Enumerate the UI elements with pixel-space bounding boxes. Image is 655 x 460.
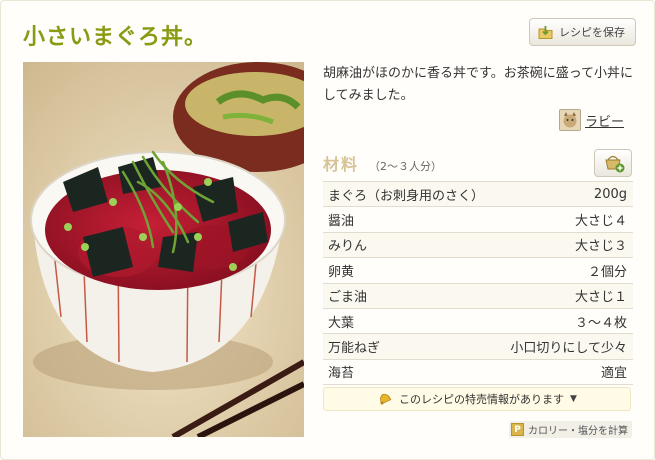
- ingredient-quantity: 大さじ４: [574, 214, 627, 230]
- ingredient-quantity: 適宜: [600, 366, 627, 382]
- basket-add-icon: [595, 155, 631, 180]
- ingredients-list: まぐろ（お刺身用のさく） 200g 醤油 大さじ４ みりん 大さじ３ 卵黄 ２個…: [323, 181, 633, 386]
- ingredient-name: まぐろ（お刺身用のさく）: [328, 188, 485, 204]
- recipe-card: 小さいまぐろ丼。 レシピを保存 胡麻油がほのかに香る丼です。お茶碗に盛って小丼に…: [0, 0, 655, 460]
- ingredients-heading: 材料: [323, 155, 360, 174]
- ingredient-quantity: 大さじ３: [574, 239, 627, 255]
- ingredient-name: ごま油: [328, 290, 368, 306]
- chevron-down-icon: ▼: [570, 394, 577, 404]
- calorie-calc-label: カロリー・塩分を計算: [528, 426, 628, 437]
- ingredient-row: 海苔 適宜: [323, 359, 633, 386]
- ingredient-name: みりん: [328, 239, 368, 255]
- servings-text: （2〜３人分）: [369, 160, 443, 173]
- author-name: ラビー: [585, 114, 625, 130]
- author-avatar: [559, 109, 581, 131]
- ingredient-row: みりん 大さじ３: [323, 232, 633, 259]
- ingredient-row: まぐろ（お刺身用のさく） 200g: [323, 182, 633, 208]
- ingredient-row: 卵黄 ２個分: [323, 258, 633, 284]
- sale-info-button[interactable]: このレシピの特売情報があります ▼: [323, 387, 631, 411]
- bell-icon: [377, 391, 393, 408]
- calorie-calc-link[interactable]: P カロリー・塩分を計算: [509, 421, 632, 438]
- recipe-description: 胡麻油がほのかに香る丼です。お茶碗に盛って小丼にしてみました。: [323, 66, 634, 103]
- ingredient-quantity: 200g: [593, 186, 627, 202]
- ingredient-row: 醤油 大さじ４: [323, 207, 633, 233]
- save-folder-icon: [538, 25, 553, 40]
- ingredient-name: 海苔: [328, 366, 355, 382]
- sale-info-text: このレシピの特売情報があります: [399, 393, 565, 406]
- save-recipe-label: レシピを保存: [559, 26, 625, 39]
- ingredient-name: 大葉: [328, 315, 355, 331]
- ingredient-quantity: ３〜４枚: [574, 315, 627, 331]
- ingredient-row: 大葉 ３〜４枚: [323, 308, 633, 335]
- ingredient-row: ごま油 大さじ１: [323, 283, 633, 309]
- ingredient-name: 万能ねぎ: [328, 341, 381, 357]
- save-recipe-button[interactable]: レシピを保存: [529, 18, 636, 46]
- add-to-shopping-list-button[interactable]: [594, 149, 632, 177]
- ingredient-quantity: 小口切りにして少々: [510, 341, 627, 357]
- p-badge-icon: P: [511, 423, 524, 436]
- ingredient-quantity: 大さじ１: [574, 290, 627, 306]
- author-link[interactable]: ラビー: [559, 109, 624, 131]
- ingredient-quantity: ２個分: [587, 264, 627, 280]
- ingredients-header: 材料 （2〜３人分）: [323, 151, 442, 175]
- ingredient-name: 卵黄: [328, 264, 355, 280]
- recipe-photo: [23, 62, 304, 437]
- ingredient-name: 醤油: [328, 214, 355, 230]
- ingredient-row: 万能ねぎ 小口切りにして少々: [323, 334, 633, 360]
- recipe-title: 小さいまぐろ丼。: [23, 25, 208, 50]
